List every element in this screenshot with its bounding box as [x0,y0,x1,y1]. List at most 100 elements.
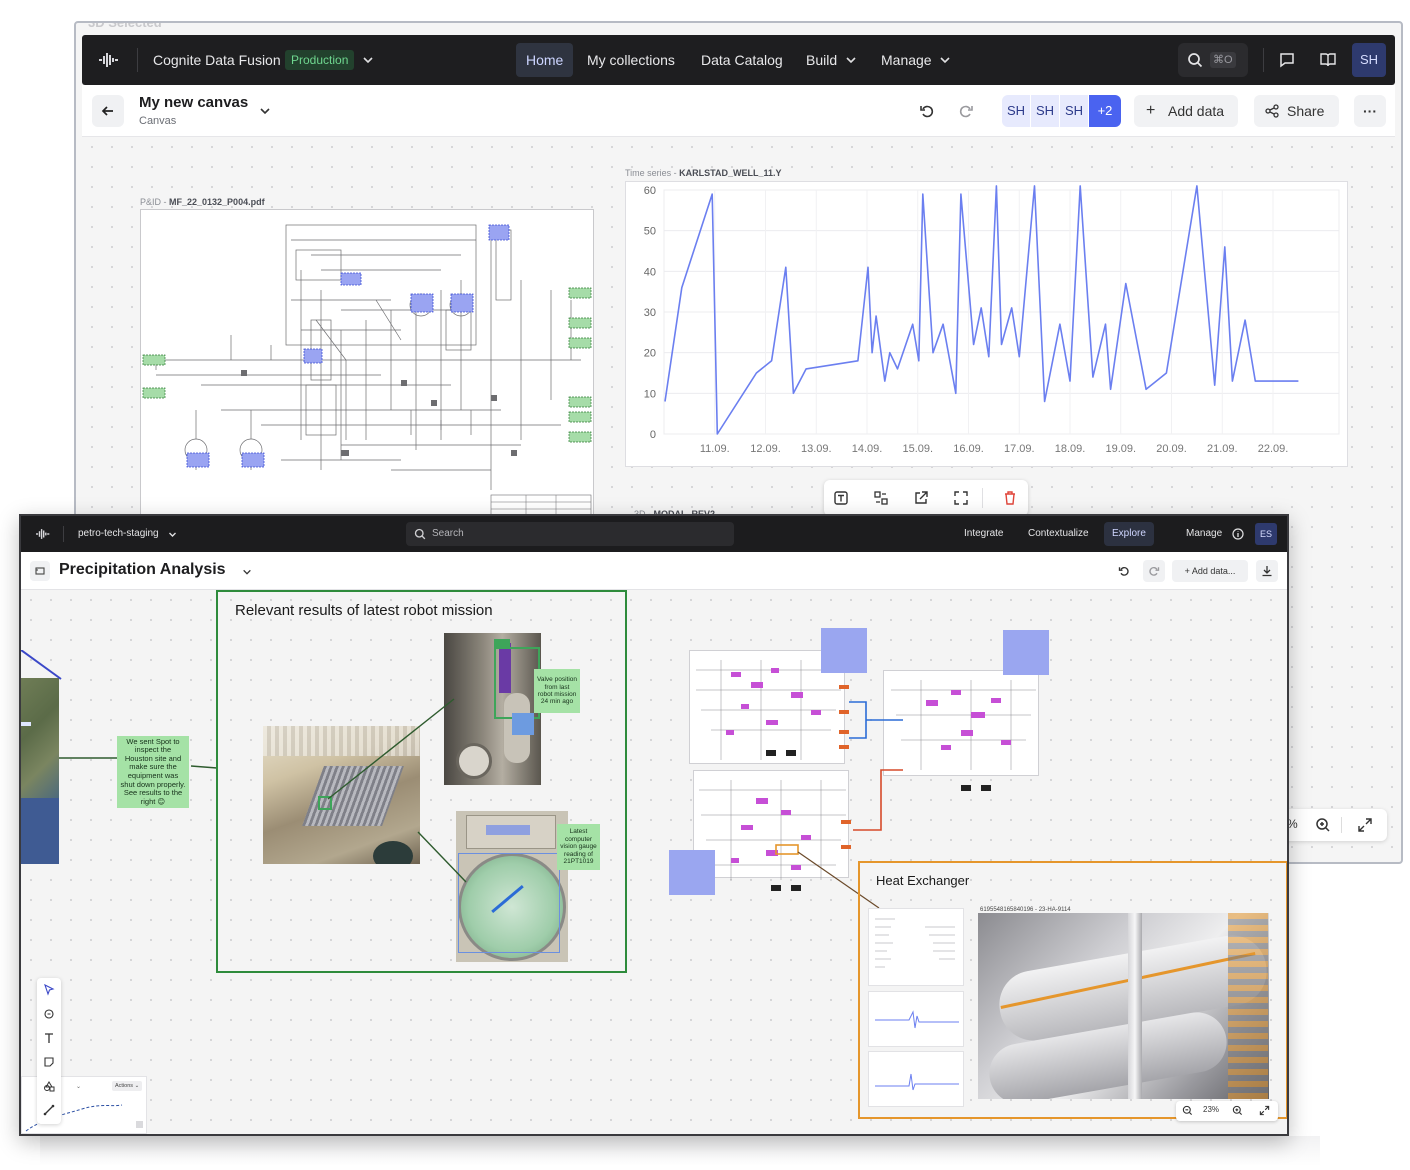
divider [982,488,983,508]
redo-button[interactable] [1143,560,1165,582]
more-collaborators-badge[interactable]: +2 [1089,95,1121,127]
chevron-down-icon[interactable] [168,530,177,539]
heat-exchanger-frame[interactable]: Heat Exchanger 6195548165840196 - 23-HA-… [858,861,1287,1121]
collaborator-avatar[interactable]: SH [1060,95,1088,127]
book-icon[interactable] [1319,52,1337,68]
x-tick-label: 22.09. [1258,443,1289,455]
text-box-icon[interactable] [833,490,849,506]
resize-handle-icon[interactable] [136,1121,143,1128]
zoom-controls: % [1277,809,1387,841]
sticky-note-spot[interactable]: We sent Spot to inspect the Houston site… [117,736,189,808]
asset-info-rows [875,918,955,968]
series-line [664,185,1299,435]
hand-tool-icon[interactable] [43,1008,55,1020]
mini-chart-card[interactable] [868,1051,964,1107]
search-input[interactable]: Search [406,522,734,546]
open-external-icon[interactable] [913,490,929,506]
nav-manage[interactable]: Manage [871,43,942,77]
redo-icon[interactable] [958,103,974,119]
app-name[interactable]: Cognite Data Fusion [153,35,281,85]
asset-info-card[interactable] [868,908,964,986]
expand-icon[interactable] [1259,1105,1270,1116]
more-horizontal-icon: ··· [1363,103,1377,119]
shortcut-hint: ⌘O [1210,52,1236,68]
help-icon[interactable] [1232,528,1244,540]
line-tool-icon[interactable] [43,1104,55,1116]
nav-contextualize[interactable]: Contextualize [1020,522,1097,546]
undo-icon[interactable] [1118,565,1130,577]
blue-sticky-note[interactable] [669,850,715,895]
fullscreen-icon[interactable] [953,490,969,506]
canvas-title[interactable]: My new canvas [139,94,248,111]
sticky-note-tool-icon[interactable] [43,1056,55,1068]
share-icon [1265,104,1279,118]
chevron-down-icon[interactable] [939,54,951,66]
text-tool-icon[interactable] [43,1032,55,1044]
pointer-tool-icon[interactable] [43,984,55,996]
cognite-logo-icon[interactable] [98,50,120,70]
more-options-button[interactable]: ··· [1354,95,1386,127]
chevron-down-icon[interactable] [259,105,271,117]
nav-integrate[interactable]: Integrate [956,522,1011,546]
mini-chart [875,1010,959,1029]
tool-palette [37,978,61,1124]
nav-explore[interactable]: Explore [1104,522,1154,546]
undo-icon[interactable] [919,103,935,119]
zoom-out-icon[interactable] [1182,1105,1193,1116]
shapes-tool-icon[interactable] [43,1080,55,1092]
blue-sticky-note[interactable] [821,628,867,673]
nav-build[interactable]: Build [796,43,847,77]
y-tick-label: 40 [644,266,656,278]
collaborator-avatar[interactable]: SH [1002,95,1030,127]
cognite-logo-icon[interactable] [35,527,51,541]
redo-icon [1148,565,1160,577]
chevron-down-icon[interactable] [362,54,374,66]
nav-data-catalog[interactable]: Data Catalog [691,43,793,77]
nav-home[interactable]: Home [516,43,574,77]
zoom-in-icon[interactable] [1315,817,1331,833]
nav-my-collections[interactable]: My collections [577,43,685,77]
nav-manage[interactable]: Manage [1178,522,1230,546]
add-data-button[interactable]: + Add data [1134,95,1238,127]
y-tick-label: 20 [644,348,656,360]
chevron-down-icon[interactable] [242,567,252,577]
chevron-down-icon[interactable] [845,54,857,66]
user-avatar[interactable]: SH [1352,43,1386,77]
comments-icon[interactable] [1279,52,1295,68]
search-icon [1187,52,1203,68]
3d-model-view[interactable] [978,913,1269,1099]
chevron-down-icon[interactable]: ⌄ [76,1083,81,1090]
user-avatar[interactable]: ES [1255,523,1277,545]
mini-chart [875,1073,959,1091]
back-button[interactable] [92,95,124,127]
canvas-area[interactable]: We sent Spot to inspect the Houston site… [21,590,1287,1134]
add-data-button[interactable]: + Add data... [1172,560,1248,582]
search-button[interactable]: ⌘O [1178,43,1248,77]
divider [1263,48,1264,72]
x-tick-label: 11.09. [700,443,730,455]
environment-badge[interactable]: Production [285,50,355,70]
pid-document[interactable] [140,209,594,519]
robot-mission-frame[interactable]: Relevant results of latest robot mission… [216,590,627,973]
zoom-in-icon[interactable] [1232,1105,1243,1116]
x-tick-label: 21.09. [1207,443,1238,455]
project-name[interactable]: petro-tech-staging [78,516,159,552]
top-navigation-bar: petro-tech-staging Search Integrate Cont… [21,516,1287,552]
timeseries-chart-card[interactable]: 0 10 20 30 40 50 60 11.09. 12.09. 13.09. 14.09. 15.… [625,181,1348,467]
blue-sticky-note[interactable] [1003,630,1049,675]
y-tick-label: 10 [644,388,656,400]
actions-button[interactable]: Actions ⌄ [112,1081,143,1091]
canvas-subtitle: Canvas [139,115,177,127]
collaborator-avatar[interactable]: SH [1031,95,1059,127]
share-button[interactable]: Share [1254,95,1339,127]
partial-header-text: 3D Selected [88,21,162,30]
canvas-list-button[interactable] [30,561,50,581]
swap-icon[interactable] [873,490,889,506]
search-icon [414,528,426,540]
vertical-pipe [1128,913,1142,1099]
download-button[interactable] [1256,560,1278,582]
canvas-title[interactable]: Precipitation Analysis [59,561,226,579]
mini-chart-card[interactable] [868,991,964,1047]
trash-icon[interactable] [1002,490,1018,506]
expand-icon[interactable] [1357,817,1373,833]
